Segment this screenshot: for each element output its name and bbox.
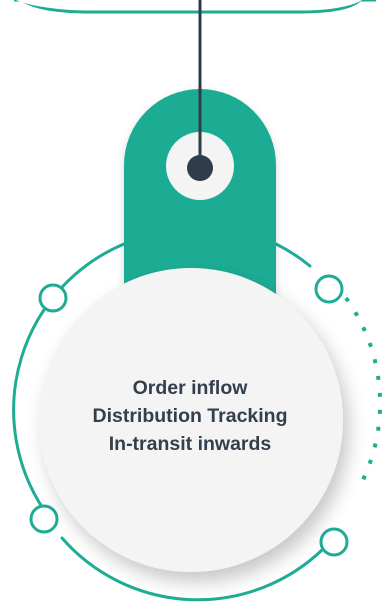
card-line-order-inflow: Order inflow [132,377,248,399]
ring-node-icon [38,283,68,313]
card-line-in-transit-inwards: In-transit inwards [108,433,272,455]
infographic-stage: Order inflow Distribution Tracking In-tr… [0,0,388,606]
diagram-graphic [12,0,383,602]
ring-node-icon [314,274,344,304]
string-knot-icon [187,155,213,181]
outer-ring-arc-top-right [274,242,312,268]
card-text: Order inflow Distribution Tracking In-tr… [60,374,320,458]
card-line-distribution-tracking: Distribution Tracking [92,405,288,427]
ring-node-icon [319,527,349,557]
outer-ring-arc-dotted [344,296,383,487]
top-connector-fill [16,0,362,10]
ring-node-icon [29,504,59,534]
